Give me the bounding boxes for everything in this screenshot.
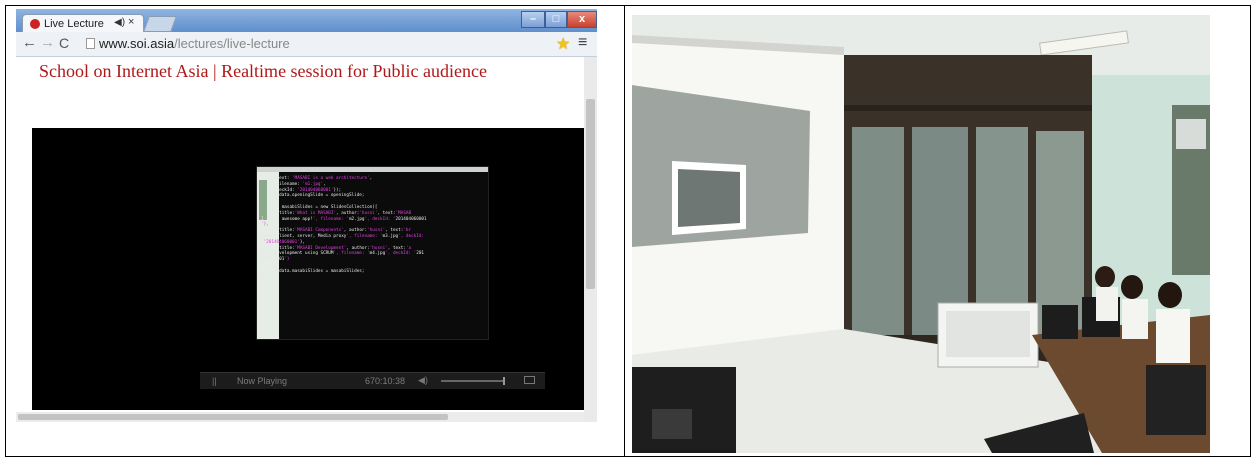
favicon-icon (30, 19, 40, 29)
volume-knob[interactable] (503, 377, 505, 385)
minimize-button[interactable]: – (521, 11, 545, 28)
slide-code-block: text: 'MASABI is a web architecture', fi… (261, 176, 427, 280)
browser-window: Live Lecture ◀) × – □ x ← → C www.soi.as… (16, 9, 597, 422)
maximize-button[interactable]: □ (545, 11, 567, 28)
tab-close-icon[interactable]: × (128, 16, 134, 28)
classroom-photo (632, 15, 1210, 453)
reload-icon[interactable]: C (59, 35, 69, 51)
figure-table-divider (624, 5, 625, 457)
close-window-button[interactable]: x (567, 11, 597, 28)
playback-time: 670:10:38 (365, 376, 406, 386)
code-line: }); (261, 274, 269, 280)
horizontal-scrollbar[interactable] (16, 412, 584, 422)
presentation-screen: text: 'MASABI is a web architecture', fi… (256, 166, 489, 340)
screen-menu-bar (257, 167, 488, 172)
player-controls: || Now Playing 670:10:38 ◀) (200, 372, 545, 389)
classroom-scene (632, 15, 1210, 453)
pause-icon[interactable]: || (212, 376, 217, 386)
code-line: I is an awesome app!', filename: 'm2.jpg… (261, 216, 427, 222)
speaker-icon[interactable]: ◀) (114, 17, 125, 28)
page-icon (86, 38, 95, 49)
star-icon[interactable]: ★ (556, 34, 570, 54)
video-player[interactable]: text: 'MASABI is a web architecture', fi… (32, 128, 584, 410)
horizontal-scroll-thumb[interactable] (18, 414, 448, 420)
menu-icon[interactable]: ≡ (578, 34, 587, 52)
browser-toolbar: ← → C www.soi.asia/lectures/live-lecture… (16, 32, 597, 57)
new-tab-button[interactable] (143, 16, 177, 32)
vertical-scroll-thumb[interactable] (586, 99, 595, 289)
title-bar: Live Lecture ◀) × – □ x (16, 9, 597, 33)
vertical-scrollbar[interactable] (584, 57, 597, 422)
page-content: School on Internet Asia | Realtime sessi… (16, 57, 584, 422)
now-playing-label: Now Playing (237, 376, 288, 386)
forward-arrow-icon[interactable]: → (40, 35, 55, 51)
tab-live-lecture[interactable]: Live Lecture ◀) × (22, 14, 144, 33)
back-arrow-icon[interactable]: ← (22, 35, 37, 51)
address-bar[interactable]: www.soi.asia/lectures/live-lecture (99, 36, 290, 51)
url-path: /lectures/live-lecture (174, 36, 290, 51)
volume-slider[interactable] (441, 380, 505, 382)
volume-icon[interactable]: ◀) (418, 375, 428, 386)
fullscreen-icon[interactable] (524, 376, 535, 384)
tab-title: Live Lecture (44, 18, 104, 30)
page-heading: School on Internet Asia | Realtime sessi… (39, 61, 488, 81)
url-host: www.soi.asia (99, 36, 175, 51)
